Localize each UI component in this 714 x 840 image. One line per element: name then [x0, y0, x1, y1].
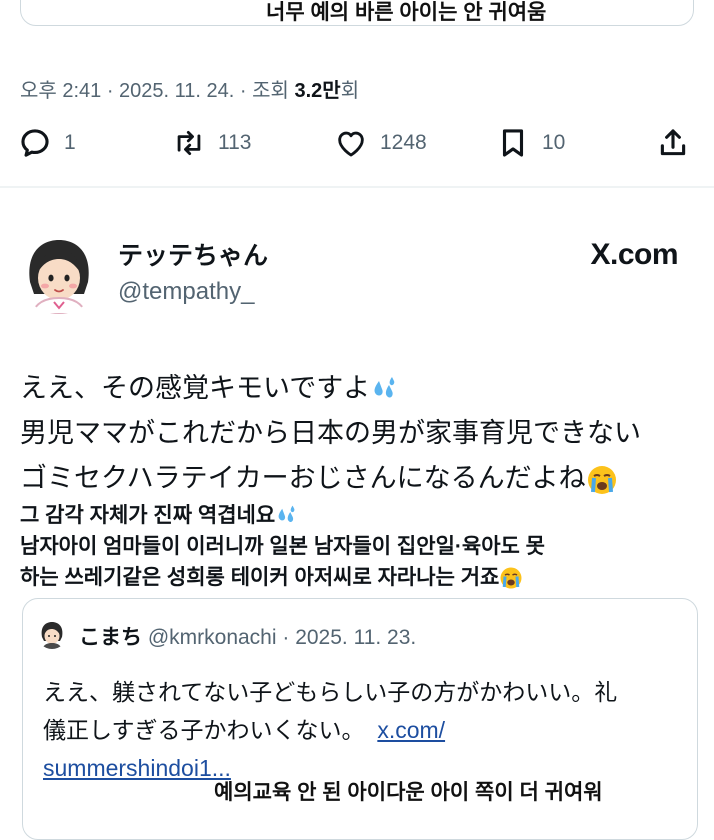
avatar[interactable]: [18, 232, 100, 314]
tweet-line: ゴミセクハラテイカーおじさんになるんだよね: [20, 456, 700, 501]
section-divider: [0, 186, 714, 188]
quoted-link-continued[interactable]: summershindoi1...: [43, 755, 231, 781]
author-display-name[interactable]: テッテちゃん: [118, 236, 268, 272]
tweet-text: ええ、その感覚キモいですよ 男児ママがこれだから日本の男が家事育児できない ゴミ…: [20, 366, 700, 501]
translation-line: 남자아이 엄마들이 이러니까 일본 남자들이 집안일·육아도 못: [20, 535, 545, 558]
quoted-link[interactable]: x.com/: [377, 717, 445, 743]
cartoon-avatar-icon: [37, 619, 67, 649]
translation-line: 그 감각 자체가 진짜 역겹네요: [20, 500, 545, 531]
share-button[interactable]: [656, 126, 690, 160]
translation-line: 하는 쓰레기같은 성희롱 테이커 아저씨로 자라나는 거죠: [20, 562, 545, 593]
cartoon-avatar-icon: [18, 232, 100, 314]
sweat-droplets-icon: [278, 506, 295, 523]
quoted-handle-date: @kmrkonachi · 2025. 11. 23.: [147, 626, 417, 649]
tweet-line: ええ、その感覚キモいですよ: [20, 366, 700, 411]
reply-count: 1: [64, 131, 76, 154]
x-logo: X.com: [590, 238, 678, 271]
reply-icon: [21, 129, 49, 157]
tweet-line: 男児ママがこれだから日本の男が家事育児できない: [20, 418, 641, 448]
repost-button[interactable]: 113: [172, 126, 251, 160]
quoted-text: ええ、躾されてない子どもらしい子の方がかわいい。礼 儀正しすぎる子かわいくない。…: [43, 673, 683, 787]
bookmark-icon: [502, 129, 524, 157]
timestamp: 오후 2:41 · 2025. 11. 24. · 조회: [20, 80, 295, 102]
sweat-droplets-icon: [374, 376, 395, 398]
view-suffix: 회: [340, 80, 360, 102]
heart-icon: [338, 131, 364, 157]
repost-count: 113: [218, 131, 252, 154]
crying-face-icon: [587, 465, 616, 494]
translation-caption-top: 너무 예의 바른 아이는 안 귀여움: [266, 1, 547, 24]
like-button[interactable]: 1248: [334, 126, 427, 160]
quoted-header: こまち @kmrkonachi · 2025. 11. 23.: [79, 621, 416, 651]
tweet-meta: 오후 2:41 · 2025. 11. 24. · 조회 3.2만회: [20, 74, 359, 103]
bookmark-count: 10: [542, 131, 566, 154]
korean-translation: 그 감각 자체가 진짜 역겹네요 남자아이 엄마들이 이러니까 일본 남자들이 …: [20, 500, 545, 593]
share-icon: [660, 129, 686, 156]
translation-caption-bottom: 예의교육 안 된 아이다운 아이 쪽이 더 귀여워: [214, 781, 603, 804]
author-handle[interactable]: @tempathy_: [118, 278, 254, 306]
reply-button[interactable]: 1: [18, 126, 76, 160]
quoted-line: ええ、躾されてない子どもらしい子の方がかわいい。礼: [43, 679, 618, 705]
quoted-display-name[interactable]: こまち: [79, 626, 142, 649]
quoted-line: 儀正しすぎる子かわいくない。 x.com/: [43, 717, 446, 743]
view-count: 3.2만: [294, 80, 341, 102]
bookmark-button[interactable]: 10: [496, 126, 565, 160]
like-count: 1248: [380, 131, 427, 154]
crying-face-icon: [500, 567, 522, 589]
repost-icon: [177, 130, 201, 156]
quoted-avatar[interactable]: [37, 619, 67, 649]
action-bar: 1 113 1248 10: [0, 126, 714, 176]
